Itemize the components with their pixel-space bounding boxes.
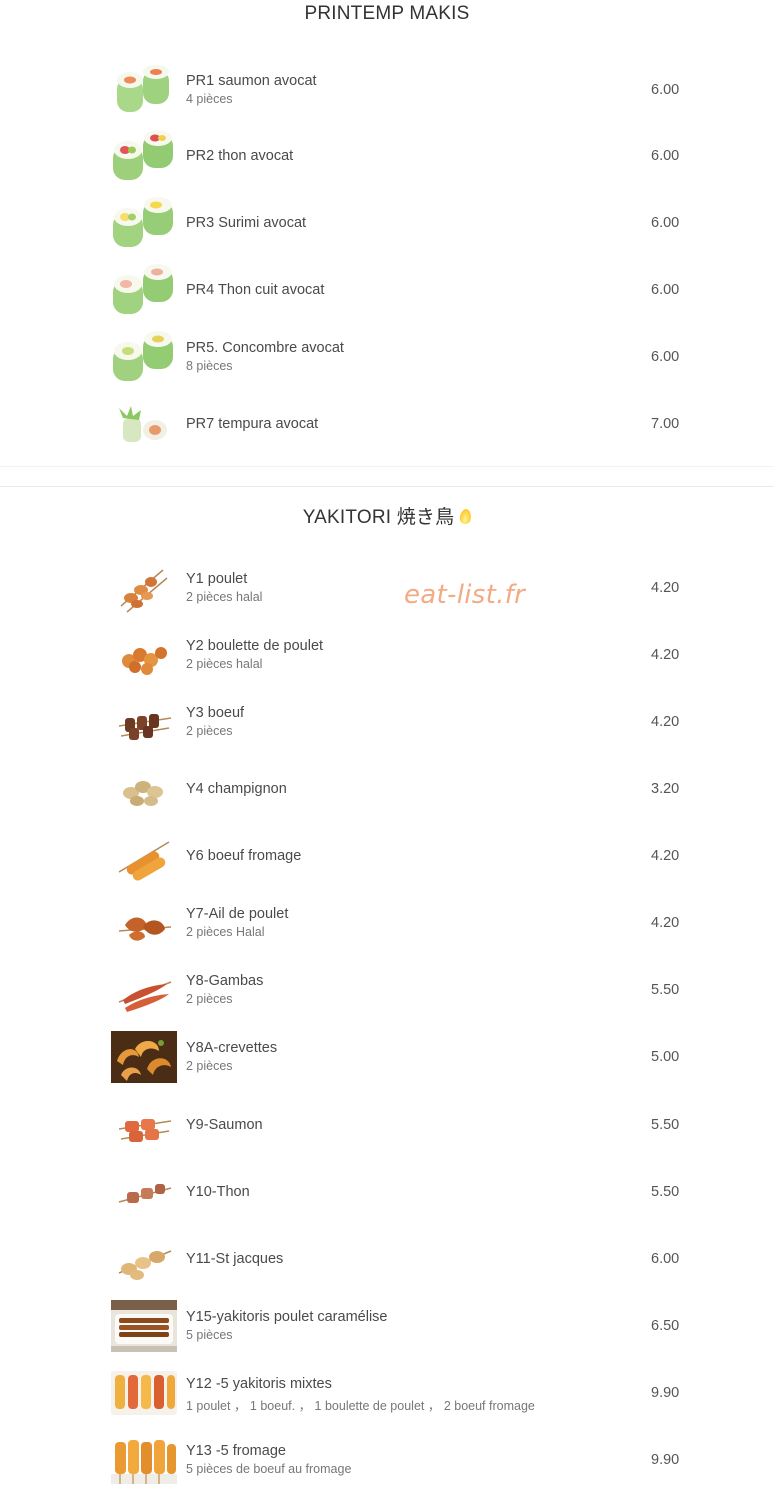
section-divider bbox=[0, 466, 774, 467]
item-name: Y15-yakitoris poulet caramélise bbox=[186, 1309, 388, 1325]
menu-item[interactable]: Y3 boeuf 2 pièces 4.20 bbox=[0, 694, 774, 750]
scallop-skewer-image bbox=[111, 1233, 177, 1285]
item-description: 8 pièces bbox=[186, 359, 233, 373]
item-name: Y6 boeuf fromage bbox=[186, 848, 302, 864]
item-name: PR5. Concombre avocat bbox=[186, 340, 344, 356]
item-name: Y4 champignon bbox=[186, 781, 287, 797]
mushroom-skewer-image bbox=[111, 763, 177, 815]
menu-item[interactable]: Y15-yakitoris poulet caramélise 5 pièces… bbox=[0, 1298, 774, 1354]
item-price: 5.00 bbox=[651, 1049, 680, 1065]
salmon-skewer-image bbox=[111, 1099, 177, 1151]
item-price: 6.00 bbox=[651, 215, 680, 231]
item-price: 9.90 bbox=[651, 1385, 680, 1401]
item-price: 5.50 bbox=[651, 982, 680, 998]
item-price: 4.20 bbox=[651, 848, 680, 864]
item-description: 2 pièces halal bbox=[186, 657, 263, 671]
item-name: Y1 poulet bbox=[186, 571, 248, 587]
tuna-skewer-image bbox=[111, 1166, 177, 1218]
menu-item[interactable]: PR2 thon avocat 6.00 bbox=[0, 128, 774, 184]
menu-item[interactable]: Y10-Thon 5.50 bbox=[0, 1164, 774, 1220]
spring-roll-surimi-image bbox=[111, 197, 177, 249]
menu-item[interactable]: Y1 poulet 2 pièces halal 4.20 bbox=[0, 560, 774, 616]
shrimp-image bbox=[111, 1031, 177, 1083]
item-price: 9.90 bbox=[651, 1452, 680, 1468]
item-name: PR1 saumon avocat bbox=[186, 73, 317, 89]
item-price: 4.20 bbox=[651, 580, 680, 596]
section-title-yakitori: YAKITORI 焼き鳥 bbox=[0, 502, 774, 529]
beef-cheese-skewer-image bbox=[111, 830, 177, 882]
item-name: Y9-Saumon bbox=[186, 1117, 263, 1133]
item-name: Y12 -5 yakitoris mixtes bbox=[186, 1376, 332, 1392]
spring-roll-salmon-image bbox=[111, 64, 177, 116]
menu-item[interactable]: PR1 saumon avocat 4 pièces 6.00 bbox=[0, 62, 774, 118]
item-name: PR4 Thon cuit avocat bbox=[186, 282, 325, 298]
item-name: Y8-Gambas bbox=[186, 973, 264, 989]
item-description: 4 pièces bbox=[186, 92, 233, 106]
item-name: Y11-St jacques bbox=[186, 1251, 284, 1267]
item-price: 7.00 bbox=[651, 416, 680, 432]
item-name: Y13 -5 fromage bbox=[186, 1443, 286, 1459]
item-price: 6.00 bbox=[651, 349, 680, 365]
beef-skewer-image bbox=[111, 696, 177, 748]
menu-item[interactable]: PR3 Surimi avocat 6.00 bbox=[0, 195, 774, 251]
prawn-skewer-image bbox=[111, 964, 177, 1016]
menu-item[interactable]: Y9-Saumon 5.50 bbox=[0, 1097, 774, 1153]
spring-roll-tuna-image bbox=[111, 130, 177, 182]
item-price: 3.20 bbox=[651, 781, 680, 797]
item-price: 6.00 bbox=[651, 282, 680, 298]
item-name: PR3 Surimi avocat bbox=[186, 215, 307, 231]
menu-item[interactable]: Y13 -5 fromage 5 pièces de boeuf au from… bbox=[0, 1432, 774, 1488]
menu-item[interactable]: Y12 -5 yakitoris mixtes 1 poulet ， 1 boe… bbox=[0, 1365, 774, 1421]
section-title-makis: PRINTEMP MAKIS bbox=[304, 3, 470, 24]
item-price: 5.50 bbox=[651, 1184, 680, 1200]
item-price: 6.50 bbox=[651, 1318, 680, 1334]
menu-item[interactable]: Y8-Gambas 2 pièces 5.50 bbox=[0, 962, 774, 1018]
section-divider bbox=[0, 486, 774, 487]
item-name: Y8A-crevettes bbox=[186, 1040, 278, 1056]
item-description: 2 pièces bbox=[186, 1059, 233, 1073]
item-price: 6.00 bbox=[651, 82, 680, 98]
item-price: 4.20 bbox=[651, 915, 680, 931]
menu-item[interactable]: PR5. Concombre avocat 8 pièces 6.00 bbox=[0, 329, 774, 385]
menu-item[interactable]: Y6 boeuf fromage 4.20 bbox=[0, 828, 774, 884]
chicken-meatball-image bbox=[111, 629, 177, 681]
item-description: 1 poulet ， 1 boeuf. ， 1 boulette de poul… bbox=[186, 1399, 535, 1413]
menu-item[interactable]: Y4 champignon 3.20 bbox=[0, 761, 774, 817]
flame-icon bbox=[459, 508, 473, 525]
item-description: 2 pièces Halal bbox=[186, 925, 265, 939]
mixed-skewers-image bbox=[111, 1367, 177, 1419]
item-name: PR2 thon avocat bbox=[186, 148, 294, 164]
item-name: Y3 boeuf bbox=[186, 705, 245, 721]
item-description: 2 pièces halal bbox=[186, 590, 263, 604]
spring-roll-cucumber-image bbox=[111, 331, 177, 383]
item-name: Y10-Thon bbox=[186, 1184, 250, 1200]
chicken-wing-image bbox=[111, 897, 177, 949]
item-price: 6.00 bbox=[651, 1251, 680, 1267]
menu-item[interactable]: PR4 Thon cuit avocat 6.00 bbox=[0, 262, 774, 318]
spring-roll-tempura-image bbox=[111, 398, 177, 450]
item-name: Y7-Ail de poulet bbox=[186, 906, 289, 922]
chicken-skewer-image bbox=[111, 562, 177, 614]
item-description: 2 pièces bbox=[186, 992, 233, 1006]
cheese-skewers-image bbox=[111, 1434, 177, 1486]
menu-item[interactable]: Y8A-crevettes 2 pièces 5.00 bbox=[0, 1029, 774, 1085]
menu-item[interactable]: Y11-St jacques 6.00 bbox=[0, 1231, 774, 1287]
item-price: 4.20 bbox=[651, 647, 680, 663]
menu-item[interactable]: PR7 tempura avocat 7.00 bbox=[0, 396, 774, 452]
item-name: Y2 boulette de poulet bbox=[186, 638, 324, 654]
item-description: 5 pièces bbox=[186, 1328, 233, 1342]
caramel-chicken-plate-image bbox=[111, 1300, 177, 1352]
section-title-text: YAKITORI 焼き鳥 bbox=[302, 507, 455, 528]
menu-item[interactable]: Y2 boulette de poulet 2 pièces halal 4.2… bbox=[0, 627, 774, 683]
item-price: 6.00 bbox=[651, 148, 680, 164]
item-name: PR7 tempura avocat bbox=[186, 416, 319, 432]
item-description: 2 pièces bbox=[186, 724, 233, 738]
item-description: 5 pièces de boeuf au fromage bbox=[186, 1462, 352, 1476]
spring-roll-cooked-tuna-image bbox=[111, 264, 177, 316]
menu-item[interactable]: Y7-Ail de poulet 2 pièces Halal 4.20 bbox=[0, 895, 774, 951]
item-price: 4.20 bbox=[651, 714, 680, 730]
item-price: 5.50 bbox=[651, 1117, 680, 1133]
